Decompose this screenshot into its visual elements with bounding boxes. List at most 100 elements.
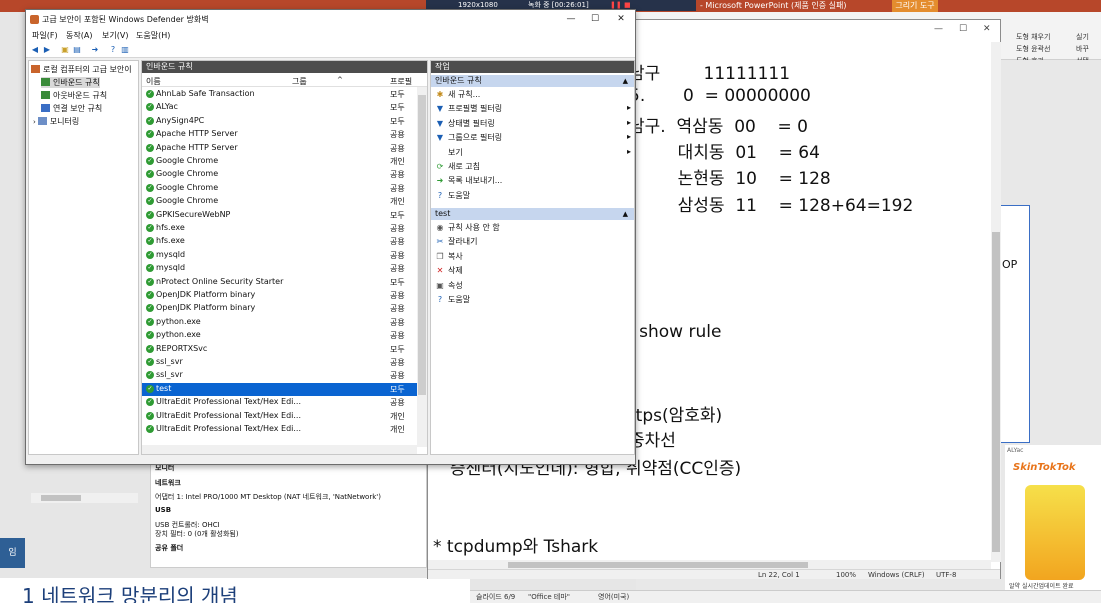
table-row[interactable]: ✓ ssl_svr 공용	[142, 369, 417, 382]
action-item[interactable]: ? 도움말	[435, 294, 631, 308]
minimize-icon[interactable]: —	[934, 24, 943, 34]
action-item[interactable]: ▼ 상태별 필터링 ▸	[435, 118, 631, 132]
refresh-icon: ⟳	[436, 162, 444, 171]
folder-icon[interactable]: ▣	[60, 45, 70, 55]
table-row[interactable]: ✓ Apache HTTP Server 공용	[142, 128, 417, 141]
notepad-vscroll-thumb[interactable]	[992, 232, 1000, 552]
tree-item-outbound[interactable]: 아웃바운드 규칙	[41, 90, 107, 101]
tree-item-monitoring[interactable]: › 모니터링	[33, 116, 79, 127]
device-usb[interactable]: USB	[155, 506, 171, 514]
action-pane-icon[interactable]: ▥	[120, 45, 130, 55]
action-item[interactable]: ✕ 삭제	[435, 265, 631, 279]
tree-item-inbound[interactable]: 인바운드 규칙	[41, 77, 100, 88]
menu-view[interactable]: 보기(V)	[102, 30, 128, 41]
rule-profile: 공용	[390, 358, 405, 367]
help-icon[interactable]: ?	[108, 45, 118, 55]
enabled-check-icon: ✓	[146, 130, 154, 139]
action-item[interactable]: ✱ 새 규칙...	[435, 89, 631, 103]
actions-section-test[interactable]: test ▲	[431, 208, 634, 220]
action-item[interactable]: ▣ 속성	[435, 280, 631, 294]
device-shared-folder[interactable]: 공유 폴더	[155, 543, 183, 553]
maximize-icon[interactable]: ☐	[584, 12, 606, 26]
ribbon-shape-outline[interactable]: 도형 윤곽선	[1016, 44, 1050, 54]
forward-icon[interactable]: ▶	[42, 45, 52, 55]
table-row[interactable]: ✓ test 모두	[142, 382, 417, 397]
table-row[interactable]: ✓ mysqld 공용	[142, 249, 417, 262]
table-row[interactable]: ✓ UltraEdit Professional Text/Hex Edi... 공…	[142, 396, 417, 409]
table-row[interactable]: ✓ GPKISecureWebNP 모두	[142, 209, 417, 222]
expand-chevron-icon[interactable]: ›	[33, 118, 36, 126]
close-icon[interactable]: ✕	[610, 12, 632, 26]
list-vscroll-thumb[interactable]	[418, 95, 426, 395]
enabled-check-icon: ✓	[146, 210, 154, 219]
table-row[interactable]: ✓ hfs.exe 공용	[142, 235, 417, 248]
menu-action[interactable]: 동작(A)	[66, 30, 92, 41]
action-item[interactable]: ➜ 목록 내보내기...	[435, 175, 631, 189]
action-item[interactable]: ▼ 그룹으로 필터링 ▸	[435, 132, 631, 146]
enabled-check-icon: ✓	[146, 157, 154, 165]
back-icon[interactable]: ◀	[30, 45, 40, 55]
ppt-status-lang[interactable]: 영어(미국)	[598, 591, 629, 603]
minimize-icon[interactable]: —	[560, 12, 582, 26]
table-row[interactable]: ✓ UltraEdit Professional Text/Hex Edi... 개…	[142, 423, 417, 436]
ppt-context-tab[interactable]: 그리기 도구	[892, 0, 938, 12]
table-row[interactable]: ✓ AhnLab Safe Transaction 모두	[142, 88, 417, 101]
tree-root[interactable]: 로컬 컴퓨터의 고급 보안이	[31, 64, 132, 75]
maximize-icon[interactable]: ☐	[959, 24, 967, 34]
table-row[interactable]: ✓ OpenJDK Platform binary 공용	[142, 302, 417, 315]
table-row[interactable]: ✓ python.exe 공용	[142, 329, 417, 342]
table-row[interactable]: ✓ Google Chrome 개인	[142, 155, 417, 168]
action-item[interactable]: ▼ 프로필별 필터링 ▸	[435, 103, 631, 117]
notepad-vscroll[interactable]	[991, 42, 1001, 562]
action-item[interactable]: ? 도움말	[435, 190, 631, 204]
actions-section-inbound[interactable]: 인바운드 규칙 ▲	[431, 75, 634, 87]
table-row[interactable]: ✓ Google Chrome 공용	[142, 182, 417, 195]
table-row[interactable]: ✓ Google Chrome 공용	[142, 168, 417, 181]
table-row[interactable]: ✓ hfs.exe 공용	[142, 222, 417, 235]
tree-hscroll[interactable]	[31, 493, 138, 503]
ribbon-replace[interactable]: 바꾸	[1076, 44, 1089, 54]
ad-banner[interactable]: ALYac SkinTokTok 알약 실시간업데이트 완료	[1005, 445, 1101, 603]
enabled-check-icon: ✓	[146, 317, 154, 326]
tree-hscroll-thumb[interactable]	[41, 495, 81, 501]
collapse-icon[interactable]: ▲	[623, 208, 628, 220]
table-row[interactable]: ✓ ALYac 모두	[142, 101, 417, 114]
column-profile[interactable]: 프로필	[390, 76, 412, 87]
table-row[interactable]: ✓ mysqld 공용	[142, 262, 417, 275]
action-item[interactable]: 보기 ▸	[435, 147, 631, 161]
export-icon[interactable]: ➜	[90, 45, 100, 55]
close-icon[interactable]: ✕	[983, 24, 991, 34]
list-hscroll[interactable]	[142, 445, 417, 454]
table-row[interactable]: ✓ ssl_svr 공용	[142, 356, 417, 369]
action-item[interactable]: ✂ 잘라내기	[435, 236, 631, 250]
enabled-check-icon: ✓	[146, 224, 154, 232]
notepad-line: * tcpdump와 Tshark	[433, 537, 599, 557]
notepad-hscroll-thumb[interactable]	[508, 562, 808, 568]
menu-file[interactable]: 파일(F)	[32, 30, 58, 41]
tree-item-connection-security[interactable]: 연결 보안 규칙	[41, 103, 102, 114]
action-item[interactable]: ⟳ 새로 고침	[435, 161, 631, 175]
column-group[interactable]: 그룹	[292, 76, 307, 87]
table-row[interactable]: ✓ UltraEdit Professional Text/Hex Edi... 개…	[142, 410, 417, 423]
rule-profile: 공용	[390, 130, 405, 140]
action-item[interactable]: ◉ 규칙 사용 안 함	[435, 222, 631, 236]
table-row[interactable]: ✓ REPORTXSvc 모두	[142, 343, 417, 356]
list-vscroll[interactable]	[417, 87, 427, 447]
column-name[interactable]: 이름	[146, 76, 161, 87]
device-network[interactable]: 네트워크	[155, 478, 181, 488]
table-row[interactable]: ✓ AnySign4PC 모두	[142, 115, 417, 128]
collapse-icon[interactable]: ▲	[623, 75, 628, 87]
console-tree-icon[interactable]: ▤	[72, 45, 82, 55]
table-row[interactable]: ✓ Apache HTTP Server 공용	[142, 142, 417, 155]
ribbon-find[interactable]: 실기	[1076, 32, 1089, 42]
action-item[interactable]: ❐ 복사	[435, 251, 631, 265]
table-row[interactable]: ✓ Google Chrome 개인	[142, 195, 417, 208]
ribbon-shape-fill[interactable]: 도형 채우기	[1016, 32, 1050, 42]
table-row[interactable]: ✓ python.exe 공용	[142, 316, 417, 329]
rule-profile: 개인	[390, 197, 405, 207]
notepad-status-bar: Ln 22, Col 1 100% Windows (CRLF) UTF-8	[428, 569, 1000, 579]
table-row[interactable]: ✓ OpenJDK Platform binary 공용	[142, 289, 417, 302]
firewall-title-bar[interactable]: 고급 보안이 포함된 Windows Defender 방화벽 — ☐ ✕	[26, 10, 635, 28]
menu-help[interactable]: 도움말(H)	[136, 30, 170, 41]
table-row[interactable]: ✓ nProtect Online Security Starter 모두	[142, 276, 417, 289]
